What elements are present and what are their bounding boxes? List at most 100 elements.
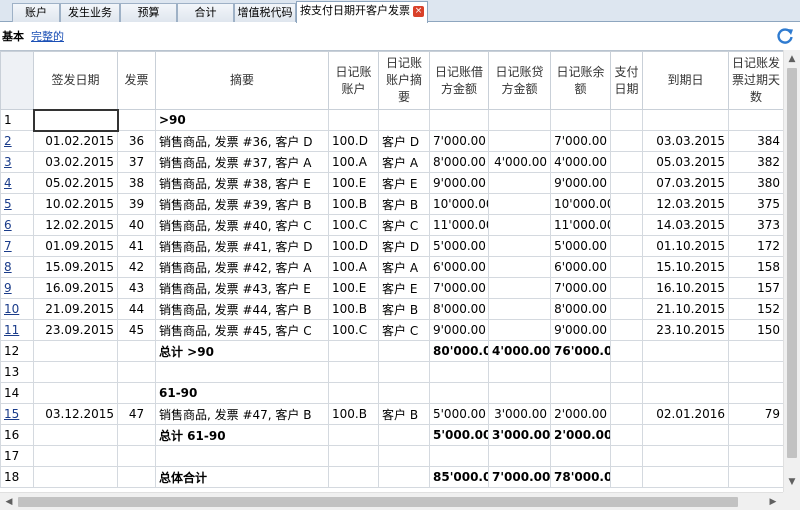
table-cell[interactable]: 172: [728, 235, 784, 257]
column-header[interactable]: 日记账发票过期天数: [728, 51, 784, 110]
table-cell[interactable]: 100.A: [328, 256, 379, 278]
table-cell[interactable]: 380: [728, 172, 784, 194]
row-number[interactable]: 16: [0, 424, 34, 446]
table-cell[interactable]: 客户 C: [378, 214, 430, 236]
table-cell[interactable]: 7'000.00: [429, 130, 489, 152]
column-header[interactable]: 日记账账户摘要: [378, 51, 430, 110]
table-row[interactable]: 3 03.02.2015 37 销售商品, 发票 #37, 客户 A 100.A 客户 A…: [0, 151, 784, 173]
table-cell[interactable]: [610, 298, 643, 320]
table-cell[interactable]: 9'000.00: [550, 319, 611, 341]
row-number[interactable]: 7: [0, 235, 34, 257]
table-cell[interactable]: [488, 193, 551, 215]
table-cell[interactable]: 销售商品, 发票 #39, 客户 B: [155, 193, 329, 215]
table-cell[interactable]: [429, 109, 489, 131]
row-number[interactable]: 13: [0, 361, 34, 383]
table-cell[interactable]: 157: [728, 277, 784, 299]
table-row[interactable]: 6 12.02.2015 40 销售商品, 发票 #40, 客户 C 100.C 客户 C…: [0, 214, 784, 236]
table-cell[interactable]: [488, 277, 551, 299]
table-cell[interactable]: 销售商品, 发票 #37, 客户 A: [155, 151, 329, 173]
table-cell[interactable]: 客户 B: [378, 298, 430, 320]
table-cell[interactable]: 80'000.00: [429, 340, 489, 362]
table-cell[interactable]: >90: [155, 109, 329, 131]
table-cell[interactable]: 44: [117, 298, 156, 320]
table-cell[interactable]: [117, 445, 156, 467]
table-row[interactable]: 2 01.02.2015 36 销售商品, 发票 #36, 客户 D 100.D 客户 D…: [0, 130, 784, 152]
table-cell[interactable]: 375: [728, 193, 784, 215]
table-cell[interactable]: 36: [117, 130, 156, 152]
vertical-scroll-thumb[interactable]: [787, 68, 797, 458]
table-row[interactable]: 13: [0, 361, 784, 383]
table-cell[interactable]: [117, 361, 156, 383]
table-cell[interactable]: 6'000.00: [429, 256, 489, 278]
table-cell[interactable]: [117, 424, 156, 446]
horizontal-scrollbar[interactable]: ◀ ▶: [0, 492, 783, 510]
tab-5[interactable]: 按支付日期开客户发票 ×: [296, 1, 428, 23]
table-cell[interactable]: 23.09.2015: [33, 319, 118, 341]
table-cell[interactable]: [610, 193, 643, 215]
table-cell[interactable]: [155, 445, 329, 467]
table-cell[interactable]: [488, 109, 551, 131]
column-header[interactable]: 支付日期: [610, 51, 643, 110]
row-number-link[interactable]: 7: [4, 239, 12, 253]
row-number[interactable]: 11: [0, 319, 34, 341]
table-cell[interactable]: 销售商品, 发票 #43, 客户 E: [155, 277, 329, 299]
table-cell[interactable]: 8'000.00: [429, 298, 489, 320]
row-number[interactable]: 15: [0, 403, 34, 425]
row-number-header[interactable]: [0, 51, 34, 110]
table-cell[interactable]: [550, 109, 611, 131]
table-cell[interactable]: [378, 109, 430, 131]
tab-0[interactable]: 账户: [12, 3, 60, 22]
table-cell[interactable]: 7'000.00: [429, 277, 489, 299]
scroll-up-icon[interactable]: ▲: [785, 53, 799, 65]
table-cell[interactable]: [429, 382, 489, 404]
table-cell[interactable]: 销售商品, 发票 #47, 客户 B: [155, 403, 329, 425]
table-cell[interactable]: [610, 277, 643, 299]
row-number[interactable]: 18: [0, 466, 34, 488]
table-cell[interactable]: [728, 361, 784, 383]
table-cell[interactable]: 150: [728, 319, 784, 341]
table-cell[interactable]: 11'000.00: [550, 214, 611, 236]
table-cell[interactable]: 5'000.00: [429, 403, 489, 425]
table-cell[interactable]: 14.03.2015: [642, 214, 729, 236]
table-cell[interactable]: [642, 466, 729, 488]
table-cell[interactable]: 21.09.2015: [33, 298, 118, 320]
table-row[interactable]: 1 >90: [0, 108, 784, 132]
table-cell[interactable]: 10'000.00: [550, 193, 611, 215]
table-cell[interactable]: 79: [728, 403, 784, 425]
table-cell[interactable]: 100.C: [328, 214, 379, 236]
table-cell[interactable]: 7'000.00: [550, 277, 611, 299]
table-cell[interactable]: 3'000.00: [488, 403, 551, 425]
column-header[interactable]: 日记账余额: [550, 51, 611, 110]
table-cell[interactable]: [610, 214, 643, 236]
row-number-link[interactable]: 3: [4, 155, 12, 169]
table-cell[interactable]: [488, 361, 551, 383]
table-cell[interactable]: [33, 361, 118, 383]
table-cell[interactable]: 4'000.00: [550, 151, 611, 173]
table-cell[interactable]: 销售商品, 发票 #42, 客户 A: [155, 256, 329, 278]
tab-3[interactable]: 合计: [177, 3, 234, 22]
table-cell[interactable]: 7'000.00: [550, 130, 611, 152]
table-cell[interactable]: [33, 424, 118, 446]
table-cell[interactable]: 客户 A: [378, 151, 430, 173]
table-cell[interactable]: [728, 424, 784, 446]
table-cell[interactable]: [610, 151, 643, 173]
table-cell[interactable]: [488, 256, 551, 278]
table-cell[interactable]: 05.02.2015: [33, 172, 118, 194]
tab-1[interactable]: 发生业务: [60, 3, 120, 22]
table-cell[interactable]: [610, 319, 643, 341]
table-cell[interactable]: 客户 E: [378, 172, 430, 194]
table-cell[interactable]: 43: [117, 277, 156, 299]
table-cell[interactable]: [610, 445, 643, 467]
table-cell[interactable]: [488, 214, 551, 236]
table-cell[interactable]: [642, 382, 729, 404]
table-cell[interactable]: [378, 466, 430, 488]
table-cell[interactable]: [610, 424, 643, 446]
table-cell[interactable]: [642, 361, 729, 383]
table-cell[interactable]: 152: [728, 298, 784, 320]
table-cell[interactable]: [610, 109, 643, 131]
table-row[interactable]: 10 21.09.2015 44 销售商品, 发票 #44, 客户 B 100.B 客户 …: [0, 298, 784, 320]
table-cell[interactable]: [610, 466, 643, 488]
table-row[interactable]: 17: [0, 445, 784, 467]
table-cell[interactable]: 16.09.2015: [33, 277, 118, 299]
table-cell[interactable]: 42: [117, 256, 156, 278]
